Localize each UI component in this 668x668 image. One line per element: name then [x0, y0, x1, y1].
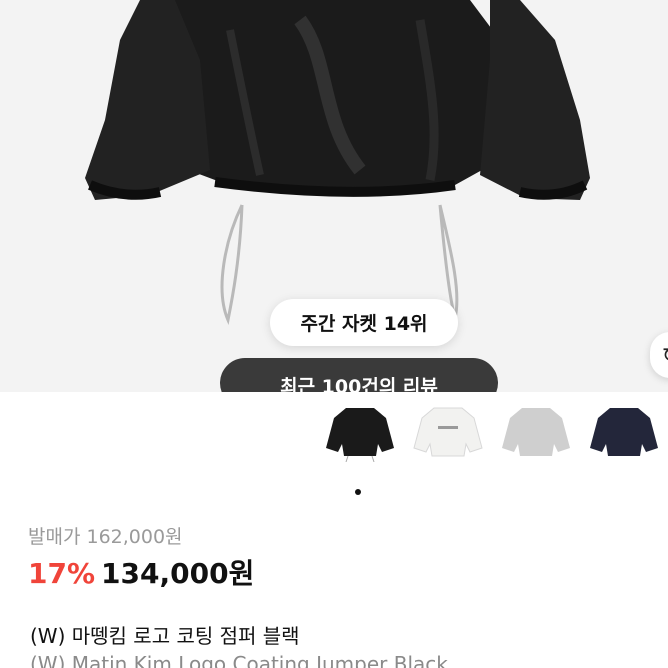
product-name-english: (W) Matin Kim Logo Coating Jumper Black: [30, 652, 448, 668]
product-name-korean: (W) 마뗑킴 로고 코팅 점퍼 블랙: [30, 624, 300, 648]
active-thumbnail-indicator: [355, 489, 361, 495]
sale-price-row: 17% 134,000원: [28, 552, 254, 592]
thumbnail-strip: [0, 392, 668, 480]
product-hero-image[interactable]: 주간 자켓 14위 최근 100건의 리뷰 ↻: [0, 0, 668, 392]
weekly-rank-badge[interactable]: 주간 자켓 14위: [270, 299, 458, 346]
sale-price: 134,000원: [101, 557, 255, 590]
original-price: 발매가 162,000원: [28, 526, 183, 548]
thumbnail-black[interactable]: [324, 404, 396, 463]
thumbnail-white[interactable]: [412, 404, 484, 462]
review-promo-label: 최근 100건의 리뷰: [280, 376, 438, 392]
thumbnail-grey[interactable]: [500, 404, 572, 462]
weekly-rank-label: 주간 자켓 14위: [300, 313, 428, 335]
review-promo-banner[interactable]: 최근 100건의 리뷰: [220, 358, 498, 392]
product-info-sheet: 발매가 162,000원 17% 134,000원 (W) 마뗑킴 로고 코팅 …: [0, 392, 668, 668]
thumbnail-navy[interactable]: [588, 404, 660, 462]
discount-rate: 17%: [28, 557, 96, 590]
